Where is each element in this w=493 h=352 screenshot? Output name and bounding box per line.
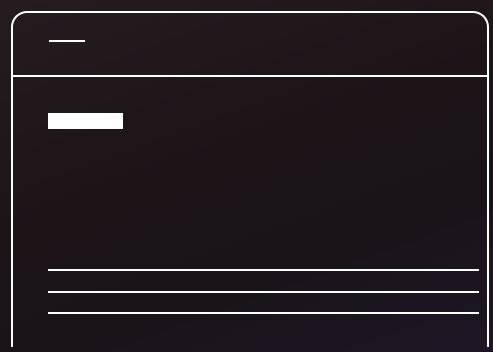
text-line-placeholder [48,312,479,314]
window-title-placeholder [49,40,85,42]
window-frame [11,11,489,347]
header-divider [13,75,487,77]
text-line-placeholder [48,291,479,293]
heading-placeholder [48,113,123,129]
text-line-placeholder [48,269,479,271]
